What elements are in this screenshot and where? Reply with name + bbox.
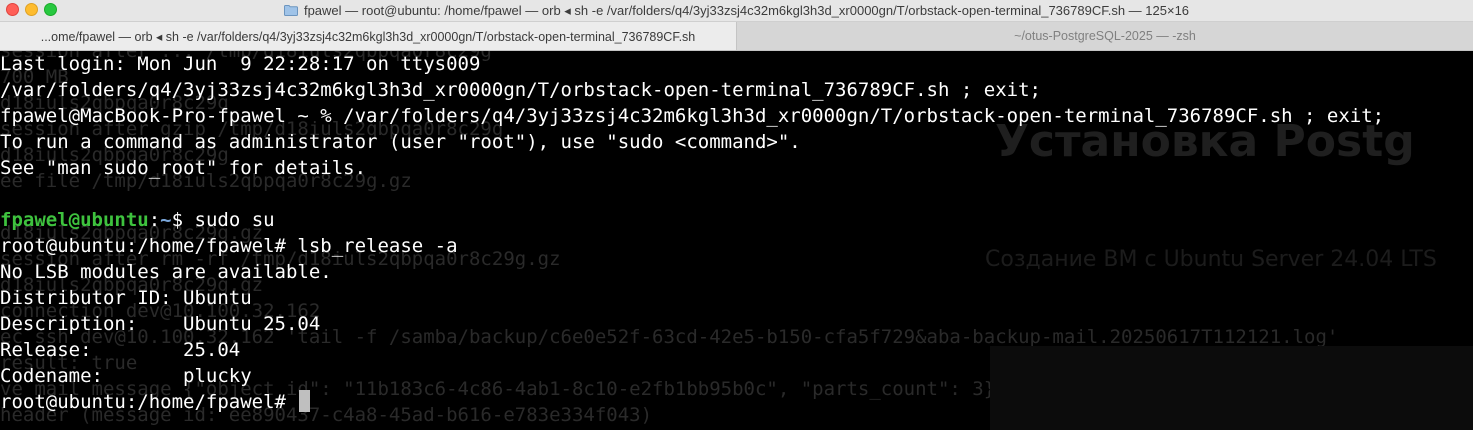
prompt-separator: : <box>148 209 161 231</box>
prompt-command: $ sudo su <box>171 209 275 231</box>
terminal-line: Codename: plucky <box>0 365 252 387</box>
prompt-path: ~ <box>160 209 172 231</box>
close-window-button[interactable] <box>6 3 19 16</box>
terminal-line: root@ubuntu:/home/fpawel# lsb_release -a <box>0 235 458 257</box>
terminal-line: Description: Ubuntu 25.04 <box>0 313 321 335</box>
tab-orbstack-shell[interactable]: ...ome/fpawel — orb ◂ sh -e /var/folders… <box>0 22 737 50</box>
title-bar[interactable]: fpawel — root@ubuntu: /home/fpawel — orb… <box>0 0 1473 22</box>
terminal-line: To run a command as administrator (user … <box>0 131 801 153</box>
terminal-line: fpawel@MacBook-Pro-fpawel ~ % /var/folde… <box>0 105 1385 127</box>
current-prompt: root@ubuntu:/home/fpawel# <box>0 391 298 413</box>
terminal-line: /var/folders/q4/3yj33zsj4c32m6kgl3h3d_xr… <box>0 79 1041 101</box>
text-cursor <box>299 390 311 412</box>
window-title: fpawel — root@ubuntu: /home/fpawel — orb… <box>303 2 1190 18</box>
terminal-window: fpawel — root@ubuntu: /home/fpawel — orb… <box>0 0 1473 430</box>
terminal-lines: Last login: Mon Jun 9 22:28:17 on ttys00… <box>0 51 1384 415</box>
terminal-line: Distributor ID: Ubuntu <box>0 287 252 309</box>
prompt-user: fpawel@ubuntu <box>0 209 149 231</box>
zoom-window-button[interactable] <box>44 3 57 16</box>
current-prompt-line[interactable]: root@ubuntu:/home/fpawel# <box>0 389 1384 415</box>
terminal-line: Last login: Mon Jun 9 22:28:17 on ttys00… <box>0 53 481 75</box>
tab-bar: ...ome/fpawel — orb ◂ sh -e /var/folders… <box>0 22 1473 51</box>
terminal-line: Release: 25.04 <box>0 339 241 361</box>
terminal-line: See "man sudo_root" for details. <box>0 157 367 179</box>
terminal-output[interactable]: session after ... /tmp/d18iuls2qbpqa0r8c… <box>0 51 1473 430</box>
folder-icon <box>283 5 298 16</box>
window-title-group: fpawel — root@ubuntu: /home/fpawel — orb… <box>283 2 1190 19</box>
tab-otus-postgresql[interactable]: ~/otus-PostgreSQL-2025 — -zsh <box>737 22 1473 50</box>
minimize-window-button[interactable] <box>25 3 38 16</box>
prompt-line: fpawel@ubuntu:~$ sudo su <box>0 207 1384 233</box>
terminal-line: No LSB modules are available. <box>0 261 332 283</box>
